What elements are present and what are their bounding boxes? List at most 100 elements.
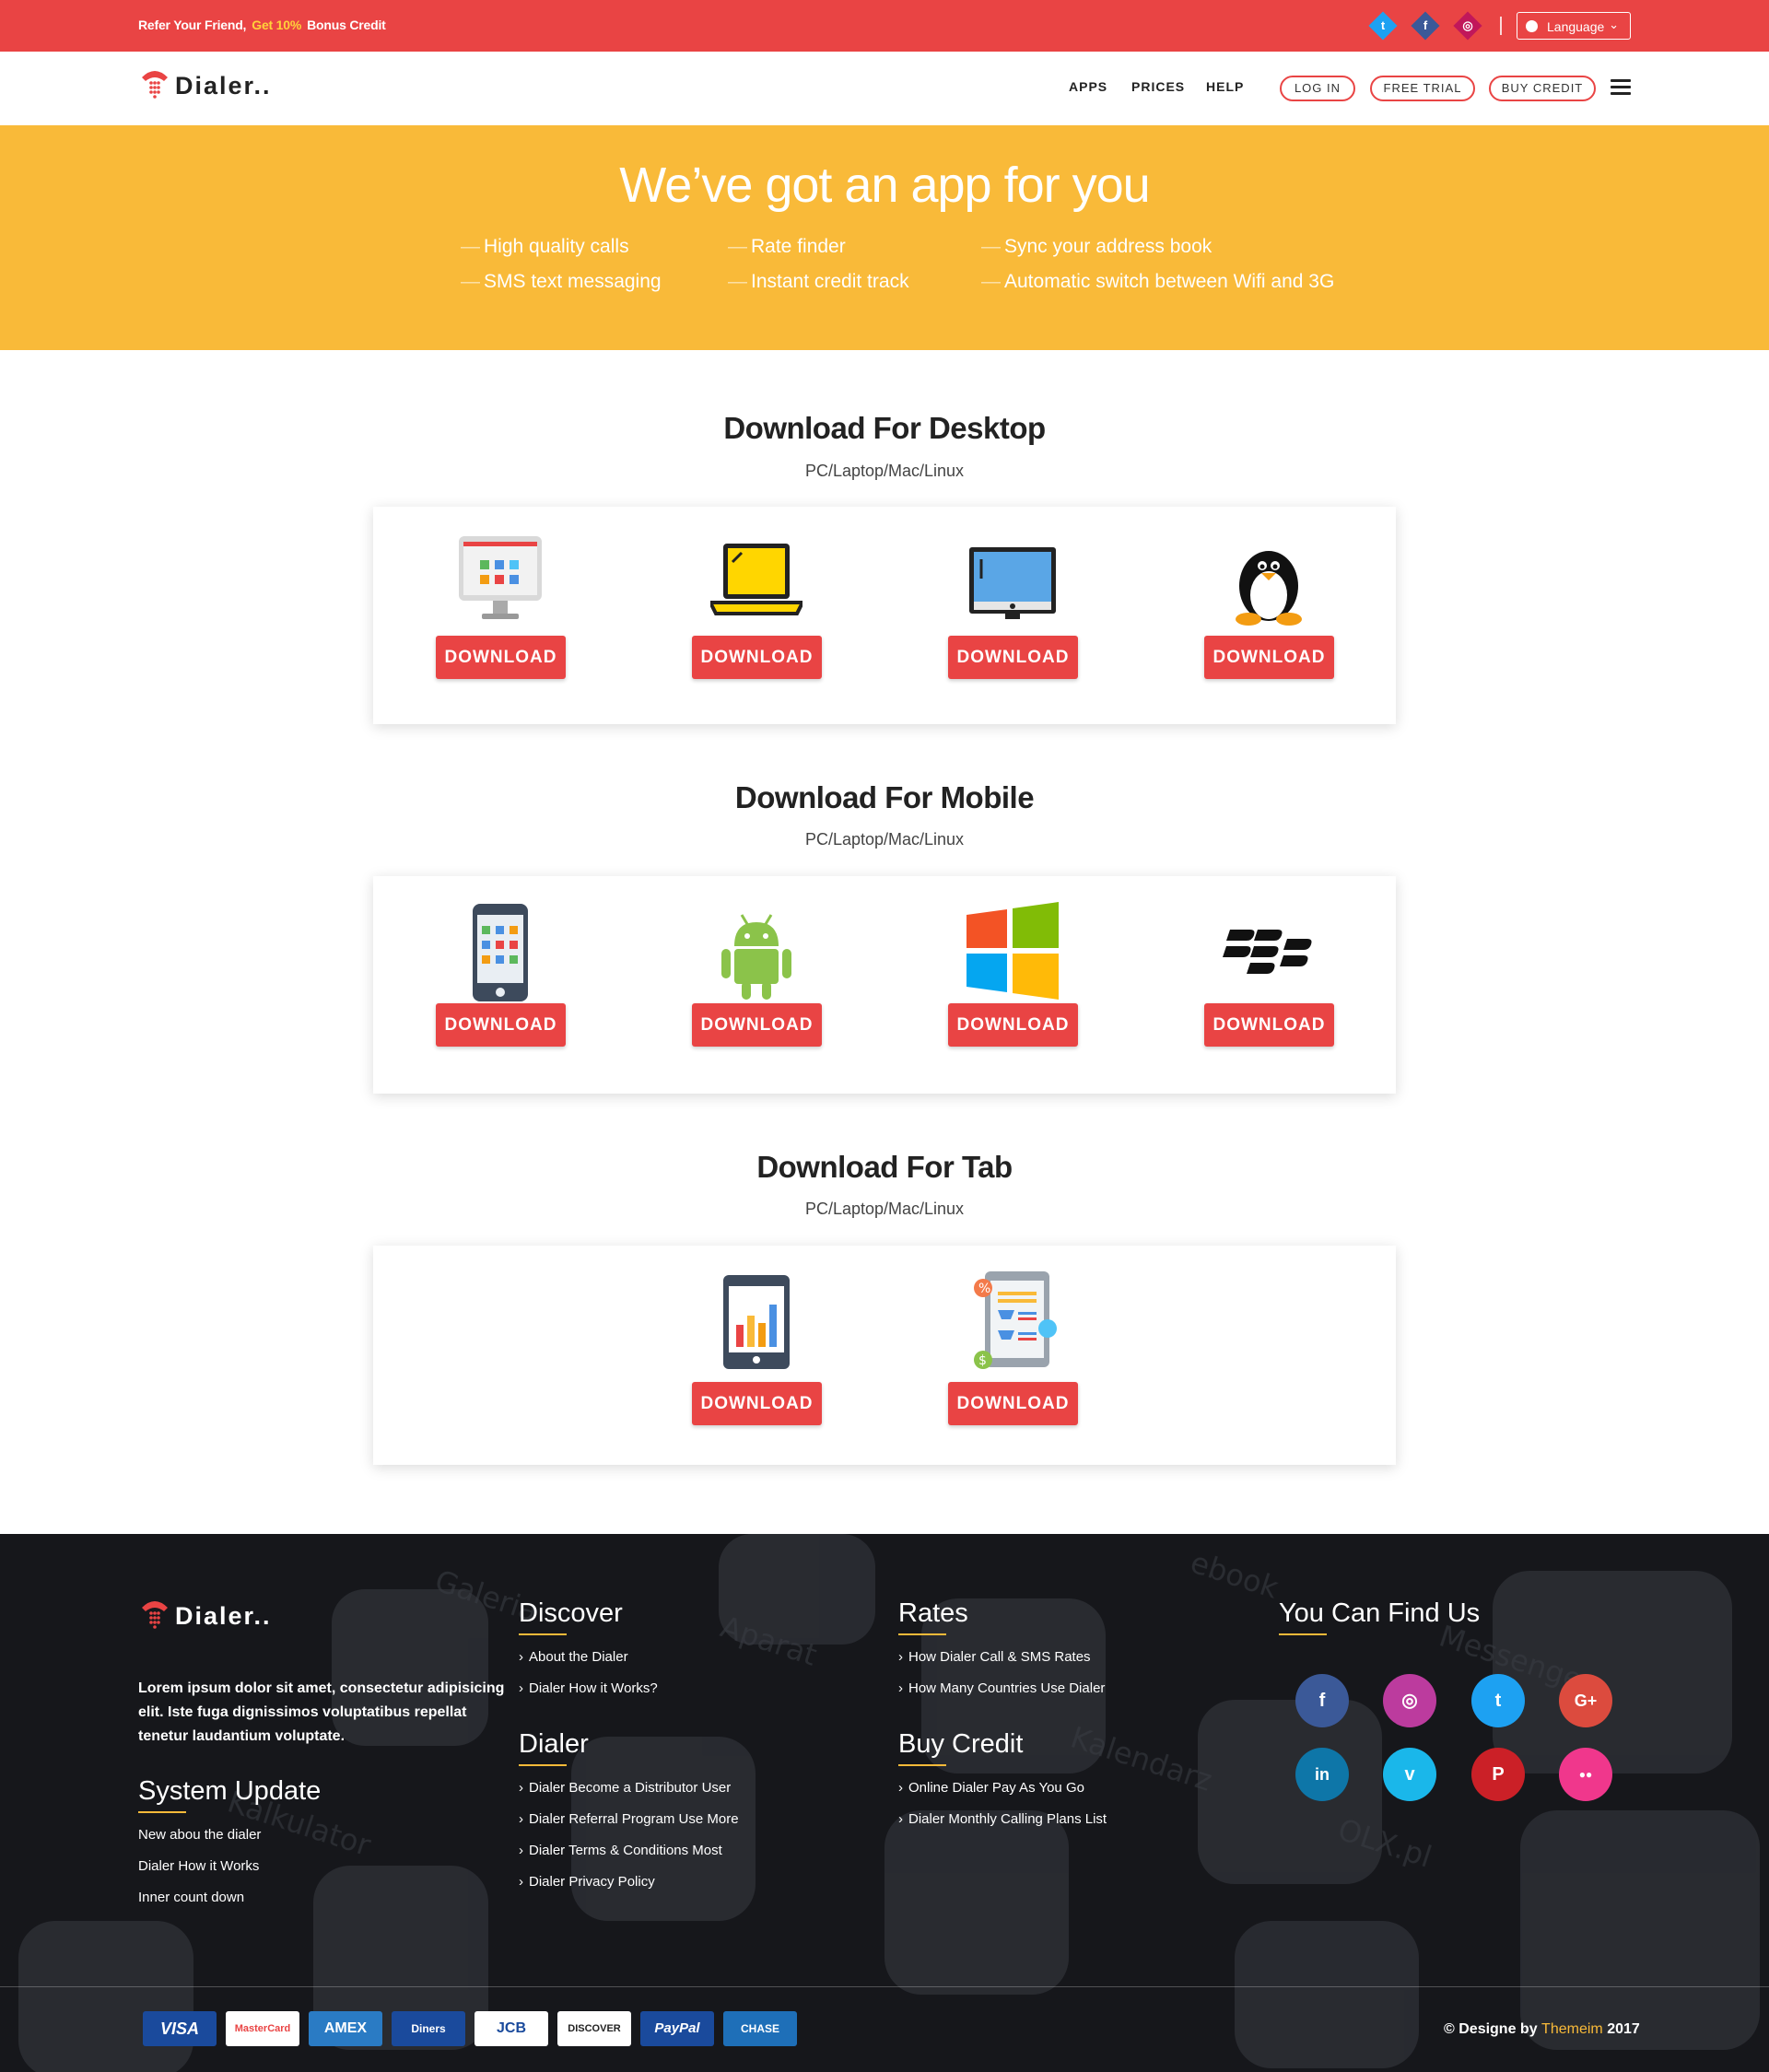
rates-link[interactable]: › How Dialer Call & SMS Rates [898, 1649, 1091, 1665]
twitter-icon[interactable]: t [1471, 1674, 1525, 1727]
logo-text: Dialer.. [175, 72, 272, 100]
phone-logo-icon [142, 71, 168, 99]
feature-item: — SMS text messaging [461, 271, 662, 292]
title-underline [898, 1764, 946, 1766]
linkedin-icon[interactable]: in [1295, 1748, 1349, 1801]
facebook-icon[interactable]: f [1295, 1674, 1349, 1727]
download-item: DOWNLOAD [692, 1271, 822, 1446]
dialer-link[interactable]: › Dialer Referral Program Use More [519, 1811, 739, 1827]
section-title: Download For Tab [756, 1150, 1013, 1184]
vimeo-icon[interactable]: v [1383, 1748, 1436, 1801]
copyright: © Designe by Themeim 2017 [1444, 2021, 1640, 2037]
dialer-link[interactable]: › Dialer Privacy Policy [519, 1874, 655, 1890]
download-item: DOWNLOAD [692, 902, 822, 1068]
title-underline [519, 1764, 567, 1766]
title-underline [138, 1811, 186, 1813]
flickr-icon[interactable]: ●● [1559, 1748, 1612, 1801]
free-trial-button[interactable]: FREE TRIAL [1370, 76, 1475, 101]
section-title: Download For Mobile [734, 780, 1035, 814]
discover-link[interactable]: › Dialer How it Works? [519, 1680, 658, 1696]
download-item: DOWNLOAD [948, 534, 1078, 700]
system-update-link[interactable]: New abou the dialer [138, 1827, 261, 1843]
download-button[interactable]: DOWNLOAD [436, 1003, 566, 1047]
discover-card-icon: DISCOVER [557, 2011, 631, 2046]
footer-divider [0, 1986, 1769, 1987]
download-card-tab: DOWNLOAD % $ DOWNLOAD [373, 1246, 1396, 1465]
logo[interactable]: Dialer.. [138, 64, 304, 105]
nav-prices[interactable]: PRICES [1131, 79, 1185, 94]
nav-apps[interactable]: APPS [1069, 79, 1107, 94]
promo-text: Refer Your Friend, Get 10% Bonus Credit [138, 18, 386, 32]
promo-highlight: Get 10% [252, 18, 302, 32]
language-dropdown[interactable]: Language ⌄ [1517, 12, 1631, 40]
iphone-icon [473, 904, 528, 1001]
discover-title: Discover [519, 1598, 623, 1628]
google-plus-icon[interactable]: G+ [1559, 1674, 1612, 1727]
download-item: DOWNLOAD [436, 902, 566, 1068]
twitter-icon[interactable]: t [1368, 11, 1398, 41]
section-subtitle: PC/Laptop/Mac/Linux [804, 1200, 965, 1218]
feature-item: — Automatic switch between Wifi and 3G [981, 271, 1335, 292]
main-nav: Dialer.. APPS PRICES HELP LOG IN FREE TR… [0, 52, 1769, 125]
download-button[interactable]: DOWNLOAD [948, 1003, 1078, 1047]
buy-credit-link[interactable]: › Dialer Monthly Calling Plans List [898, 1811, 1107, 1827]
chevron-down-icon: ⌄ [1609, 18, 1619, 31]
hamburger-menu-icon[interactable] [1611, 79, 1631, 96]
download-button[interactable]: DOWNLOAD [692, 1382, 822, 1425]
svg-text:$: $ [978, 1353, 987, 1368]
download-button[interactable]: DOWNLOAD [948, 636, 1078, 679]
section-subtitle: PC/Laptop/Mac/Linux [804, 830, 965, 849]
dialer-link[interactable]: › Dialer Terms & Conditions Most [519, 1843, 722, 1858]
download-item: % $ DOWNLOAD [948, 1271, 1078, 1446]
system-update-link[interactable]: Inner count down [138, 1890, 244, 1905]
phone-logo-icon [142, 1601, 168, 1629]
paypal-card-icon: PayPal [640, 2011, 714, 2046]
globe-icon [1526, 20, 1538, 32]
svg-text:ebook: ebook [1187, 1544, 1283, 1605]
feature-item: — Instant credit track [728, 271, 909, 292]
download-card-mobile: DOWNLOAD DOWNLOAD DOWNLOAD DOWNLOAD [373, 876, 1396, 1094]
themeim-link[interactable]: Themeim [1541, 2021, 1603, 2037]
mac-monitor-icon [969, 547, 1056, 619]
login-button[interactable]: LOG IN [1280, 76, 1355, 101]
nav-help[interactable]: HELP [1206, 79, 1244, 94]
download-item: DOWNLOAD [1204, 902, 1334, 1068]
download-item: DOWNLOAD [692, 534, 822, 700]
visa-card-icon: VISA [143, 2011, 217, 2046]
tablet-shop-icon: % $ [974, 1271, 1057, 1369]
facebook-icon[interactable]: f [1411, 11, 1440, 41]
discover-link[interactable]: › About the Dialer [519, 1649, 628, 1665]
dialer-title: Dialer [519, 1729, 589, 1759]
chase-card-icon: CHASE [723, 2011, 797, 2046]
instagram-icon[interactable]: ◎ [1453, 11, 1482, 41]
system-update-title: System Update [138, 1776, 322, 1806]
download-button[interactable]: DOWNLOAD [1204, 636, 1334, 679]
divider [1500, 17, 1502, 35]
system-update-link[interactable]: Dialer How it Works [138, 1858, 259, 1874]
section-subtitle: PC/Laptop/Mac/Linux [804, 462, 965, 480]
pinterest-icon[interactable]: P [1471, 1748, 1525, 1801]
promo-end: Bonus Credit [307, 18, 386, 32]
language-label: Language [1547, 19, 1605, 34]
instagram-icon[interactable]: ◎ [1383, 1674, 1436, 1727]
footer-logo[interactable]: Dialer.. [138, 1595, 322, 1635]
top-bar: Refer Your Friend, Get 10% Bonus Credit t … [0, 0, 1769, 52]
download-button[interactable]: DOWNLOAD [1204, 1003, 1334, 1047]
download-button[interactable]: DOWNLOAD [692, 636, 822, 679]
buy-credit-button[interactable]: BUY CREDIT [1489, 76, 1596, 101]
rates-link[interactable]: › How Many Countries Use Dialer [898, 1680, 1105, 1696]
pc-monitor-icon [459, 536, 542, 619]
linux-penguin-icon [1236, 551, 1302, 626]
android-icon [721, 914, 791, 1000]
laptop-icon [710, 544, 802, 615]
download-item: DOWNLOAD [1204, 534, 1334, 700]
dialer-link[interactable]: › Dialer Become a Distributor User [519, 1780, 731, 1796]
buy-credit-link[interactable]: › Online Dialer Pay As You Go [898, 1780, 1084, 1796]
find-us-title: You Can Find Us [1279, 1598, 1481, 1628]
download-button[interactable]: DOWNLOAD [948, 1382, 1078, 1425]
download-button[interactable]: DOWNLOAD [692, 1003, 822, 1047]
download-button[interactable]: DOWNLOAD [436, 636, 566, 679]
title-underline [519, 1633, 567, 1635]
svg-text:%: % [978, 1282, 990, 1296]
jcb-card-icon: JCB [474, 2011, 548, 2046]
